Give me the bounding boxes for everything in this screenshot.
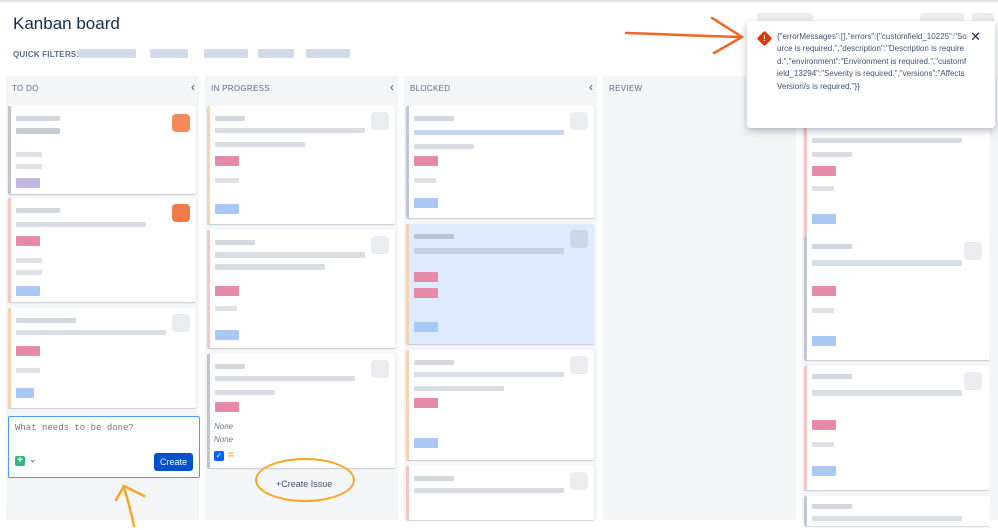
annotation-arrow-up — [114, 484, 146, 528]
annotation-overlay — [114, 16, 745, 528]
annotation-arrow-right — [624, 16, 745, 55]
